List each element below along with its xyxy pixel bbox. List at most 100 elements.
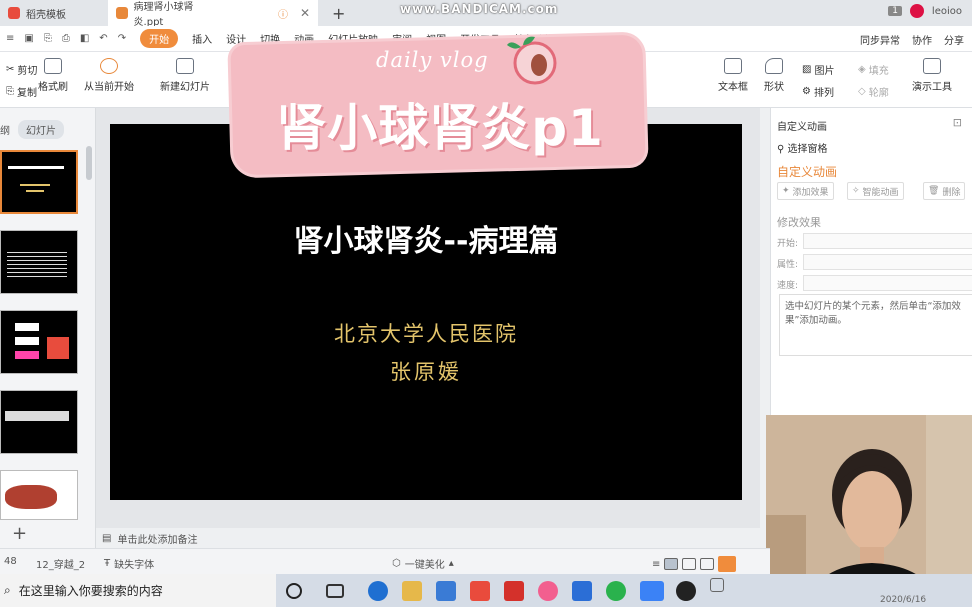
tab-slides[interactable]: 幻灯片: [18, 120, 64, 139]
chevron-up-icon: ▴: [448, 558, 454, 569]
redo-icon[interactable]: ↷: [118, 33, 126, 44]
cortana-icon[interactable]: [286, 583, 302, 599]
wechat-icon[interactable]: [606, 581, 626, 601]
banner-subtitle: daily vlog: [376, 48, 489, 72]
picture-button[interactable]: ▨ 图片: [802, 62, 834, 77]
user-name[interactable]: leoioo: [932, 6, 962, 17]
record-icon[interactable]: [676, 581, 696, 601]
slide-thumbnail[interactable]: [0, 230, 78, 294]
speed-select[interactable]: [803, 275, 972, 291]
selection-pane-link[interactable]: ⚲ 选择窗格: [777, 140, 828, 155]
share-button[interactable]: 分享: [944, 32, 964, 47]
taskbar-search-placeholder: 在这里输入你要搜索的内容: [18, 584, 163, 598]
beautify-button[interactable]: ⬡ 一键美化 ▴: [392, 556, 454, 571]
new-tab-button[interactable]: +: [324, 0, 353, 26]
outline-button[interactable]: ◇ 轮廓: [858, 84, 889, 99]
smart-animation-button[interactable]: ✧ 智能动画: [847, 182, 904, 200]
tab-start[interactable]: 开始: [140, 29, 179, 48]
slideshow-play-icon[interactable]: [718, 556, 737, 572]
taskbar-date[interactable]: 2020/6/16: [880, 595, 926, 605]
copy-button[interactable]: ⎘ 复制: [6, 84, 37, 99]
collaborate-button[interactable]: 协作: [912, 32, 932, 47]
tab-outline[interactable]: 纲: [0, 122, 10, 137]
new-slide-button[interactable]: 新建幻灯片: [160, 58, 210, 93]
app-icon[interactable]: [538, 581, 558, 601]
play-from-current-button[interactable]: 从当前开始: [84, 58, 134, 93]
undo-icon[interactable]: ↶: [99, 33, 107, 44]
edge-browser-icon[interactable]: [368, 581, 388, 601]
outline-label: 轮廓: [868, 88, 889, 99]
save-icon[interactable]: ▣: [24, 33, 33, 44]
app-icon[interactable]: [710, 578, 724, 592]
beautify-label: 一键美化: [404, 560, 445, 571]
app-icon[interactable]: [504, 581, 524, 601]
window-count-badge[interactable]: 1: [888, 6, 902, 16]
slide-thumbnail[interactable]: [0, 150, 78, 214]
start-select[interactable]: [803, 233, 972, 249]
picture-label: 图片: [814, 66, 835, 77]
tab-design[interactable]: 设计: [226, 31, 246, 46]
thumbnail-scrollbar[interactable]: [86, 146, 92, 180]
smart-icon: ✧: [852, 186, 860, 196]
tab-document[interactable]: 病理肾小球肾炎.ppt ⓘ ✕: [108, 0, 318, 28]
task-view-icon[interactable]: [326, 584, 344, 598]
thumb-title-line: [8, 166, 64, 169]
menu-icon[interactable]: ≡: [6, 33, 14, 44]
quick-access-toolbar: ≡ ▣ ⎘ ⎙ ◧ ↶ ↷: [0, 33, 126, 44]
notes-bar[interactable]: ▤ 单击此处添加备注: [96, 528, 760, 548]
fill-button[interactable]: ◈ 填充: [858, 62, 889, 77]
taskbar-search[interactable]: ⌕ 在这里输入你要搜索的内容: [0, 574, 276, 607]
store-icon[interactable]: [436, 581, 456, 601]
office-app-icon[interactable]: [470, 581, 490, 601]
sorter-view-icon[interactable]: [682, 558, 697, 570]
presentation-tools-button[interactable]: 演示工具: [912, 58, 952, 93]
delete-button[interactable]: 🗑 删除: [923, 182, 966, 200]
print-icon[interactable]: ⎙: [62, 33, 70, 44]
slide-title[interactable]: 肾小球肾炎--病理篇: [110, 216, 742, 260]
add-slide-icon[interactable]: +: [12, 523, 27, 544]
property-select[interactable]: [803, 254, 972, 270]
page-indicator[interactable]: 48: [4, 556, 17, 567]
app-window: 稻壳模板 病理肾小球肾炎.ppt ⓘ ✕ + www.BANDICAM.com …: [0, 0, 972, 607]
thumb-image: [47, 337, 69, 359]
add-effect-button[interactable]: ✦ 添加效果: [777, 182, 834, 200]
tab-insert[interactable]: 插入: [192, 31, 212, 46]
tab-docer-template[interactable]: 稻壳模板: [0, 0, 106, 26]
theme-name[interactable]: 12_穿越_2: [36, 556, 85, 571]
slide-thumbnail[interactable]: [0, 390, 78, 454]
file-explorer-icon[interactable]: [402, 581, 422, 601]
thumb-box: [15, 351, 39, 359]
cut-label: 剪切: [17, 66, 38, 77]
preview-icon[interactable]: ◧: [80, 33, 89, 44]
cut-button[interactable]: ✂ 剪切: [6, 62, 37, 77]
status-bar: 48 12_穿越_2 Ŧ 缺失字体 ⬡ 一键美化 ▴ ≡: [0, 548, 770, 574]
shape-button[interactable]: 形状: [764, 58, 784, 93]
slide-author[interactable]: 张原媛: [110, 356, 742, 386]
notes-toggle-icon[interactable]: ≡: [652, 559, 660, 570]
pane-title[interactable]: 自定义动画: [777, 118, 827, 133]
scissors-icon: ✂: [6, 64, 15, 75]
export-icon[interactable]: ⎘: [44, 33, 52, 44]
presentation-tools-label: 演示工具: [912, 82, 952, 93]
slide-institution[interactable]: 北京大学人民医院: [110, 318, 742, 348]
missing-font-button[interactable]: Ŧ 缺失字体: [104, 556, 154, 571]
arrange-icon: ⚙: [802, 86, 811, 97]
normal-view-icon[interactable]: [664, 558, 679, 570]
slide-thumbnail[interactable]: [0, 310, 78, 374]
arrange-button[interactable]: ⚙ 排列: [802, 84, 834, 99]
wps-icon[interactable]: [640, 581, 664, 601]
sync-status-button[interactable]: 同步异常: [860, 32, 900, 47]
current-slide[interactable]: 肾小球肾炎--病理篇 北京大学人民医院 张原媛: [110, 124, 742, 500]
app-icon[interactable]: [572, 581, 592, 601]
custom-animation-heading: 自定义动画: [777, 165, 838, 179]
user-avatar-icon[interactable]: [909, 4, 924, 18]
reading-view-icon[interactable]: [700, 558, 715, 570]
title-bar: 稻壳模板 病理肾小球肾炎.ppt ⓘ ✕ + www.BANDICAM.com …: [0, 0, 972, 28]
textbox-button[interactable]: 文本框: [718, 58, 748, 93]
format-painter-button[interactable]: 格式刷: [38, 58, 68, 93]
ppt-file-icon: [116, 7, 128, 19]
close-tab-icon[interactable]: ✕: [300, 6, 310, 20]
lock-icon[interactable]: ⊡: [953, 116, 962, 129]
slide-thumbnail[interactable]: [0, 470, 78, 520]
start-label: 开始:: [777, 239, 799, 249]
